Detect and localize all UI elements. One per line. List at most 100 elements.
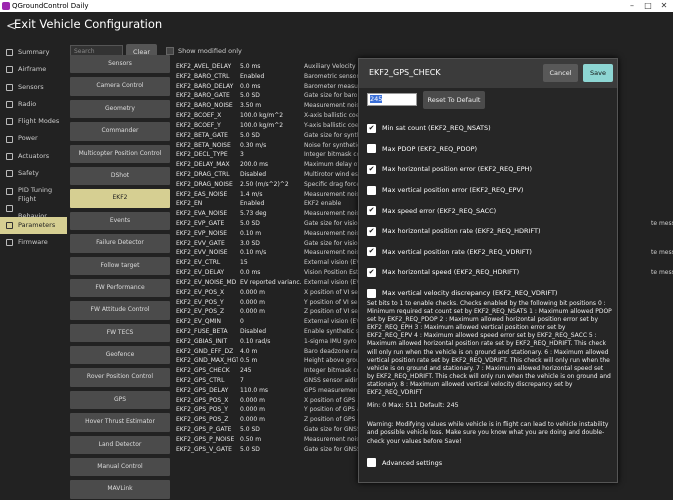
checkbox-checked-icon[interactable]: ✔	[367, 164, 376, 174]
param-group-button[interactable]: Geofence	[70, 346, 170, 365]
nav-item-radio[interactable]: Radio	[0, 96, 67, 113]
save-button[interactable]: Save	[583, 64, 613, 82]
summary-icon	[6, 49, 13, 57]
param-name: EKF2_GPS_CHECK	[176, 367, 230, 375]
param-group-button[interactable]: FW Attitude Control	[70, 301, 170, 320]
checkbox-unchecked-icon[interactable]	[367, 144, 376, 154]
param-name: EKF2_GND_EFF_DZ	[176, 347, 234, 355]
show-modified-checkbox[interactable]	[166, 47, 174, 55]
param-name: EKF2_EV_DELAY	[176, 269, 225, 277]
bitmask-check-label: Max vertical position rate (EKF2_REQ_VDR…	[382, 247, 532, 256]
bitmask-check-item[interactable]: Max PDOP (EKF2_REQ_PDOP)	[367, 139, 612, 160]
checkbox-checked-icon[interactable]: ✔	[367, 267, 376, 277]
param-value: 3.0 SD	[240, 239, 260, 247]
pid-tuning-icon	[6, 187, 13, 195]
checkbox-checked-icon[interactable]: ✔	[367, 226, 376, 236]
param-desc-overflow: te message	[651, 269, 673, 277]
param-value: 2.50 (m/s^2)^2	[240, 180, 289, 188]
param-name: EKF2_EV_POS_Z	[176, 308, 225, 316]
param-value: 0.50 m	[240, 435, 262, 443]
bitmask-check-item[interactable]: Max vertical position error (EKF2_REQ_EP…	[367, 180, 612, 201]
nav-item-power[interactable]: Power	[0, 130, 67, 147]
bitmask-check-item[interactable]: ✔ Max horizontal position rate (EKF2_REQ_…	[367, 221, 612, 242]
bitmask-check-item[interactable]: ✔ Min sat count (EKF2_REQ_NSATS)	[367, 118, 612, 139]
nav-item-actuators[interactable]: Actuators	[0, 148, 67, 165]
param-name: EKF2_DELAY_MAX	[176, 161, 230, 169]
param-group-button[interactable]: Follow target	[70, 256, 170, 275]
param-value: 5.0 SD	[240, 445, 260, 453]
power-icon	[6, 135, 13, 143]
param-group-button[interactable]: Sensors	[70, 55, 170, 74]
nav-item-firmware[interactable]: Firmware	[0, 234, 67, 251]
minimize-button[interactable]: –	[625, 0, 639, 12]
dialog-header: EKF2_GPS_CHECK Cancel Save	[359, 59, 617, 88]
param-group-button[interactable]: Manual Control	[70, 458, 170, 477]
param-group-button[interactable]: EKF2	[70, 189, 170, 208]
checkbox-checked-icon[interactable]: ✔	[367, 206, 376, 216]
bitmask-check-item[interactable]: ✔ Max horizontal speed (EKF2_REQ_HDRIFT)	[367, 262, 612, 283]
checkbox-unchecked-icon[interactable]	[367, 185, 376, 195]
nav-item-label: Actuators	[18, 151, 50, 160]
param-value: 0.000 m	[240, 288, 265, 296]
flight-behavior-icon	[6, 204, 13, 212]
param-group-button[interactable]: Rover Position Control	[70, 368, 170, 387]
checkbox-checked-icon[interactable]: ✔	[367, 123, 376, 133]
param-name: EKF2_GBIAS_INIT	[176, 337, 228, 345]
nav-item-sensors[interactable]: Sensors	[0, 79, 67, 96]
nav-item-safety[interactable]: Safety	[0, 165, 67, 182]
param-group-button[interactable]: FW TECS	[70, 323, 170, 343]
advanced-settings-checkbox[interactable]	[367, 458, 376, 467]
maximize-button[interactable]: □	[641, 0, 655, 12]
nav-item-parameters[interactable]: Parameters	[0, 216, 67, 235]
param-group-button[interactable]: Camera Control	[70, 77, 170, 96]
param-group-button[interactable]: Geometry	[70, 99, 170, 119]
param-name: EKF2_BETA_NOISE	[176, 141, 231, 149]
param-group-button[interactable]: Commander	[70, 122, 170, 141]
nav-item-summary[interactable]: Summary	[0, 44, 67, 61]
show-modified-toggle[interactable]: Show modified only	[166, 47, 242, 55]
bitmask-check-item[interactable]: ✔ Max vertical position rate (EKF2_REQ_VD…	[367, 242, 612, 263]
nav-item-label: Radio	[18, 99, 37, 108]
cancel-button[interactable]: Cancel	[543, 64, 578, 82]
nav-item-label: Airframe	[18, 65, 47, 74]
param-group-button[interactable]: Hover Thrust Estimator	[70, 413, 170, 432]
param-value: 0.000 m	[240, 406, 265, 414]
checkbox-checked-icon[interactable]: ✔	[367, 247, 376, 257]
exit-vehicle-config-link[interactable]: Exit Vehicle Configuration	[14, 17, 162, 31]
param-value: 200.0 ms	[240, 161, 269, 169]
firmware-icon	[6, 239, 13, 247]
param-value: 0.0 ms	[240, 82, 261, 90]
param-value: 4.0 m	[240, 347, 258, 355]
param-value: 0.10 rad/s	[240, 337, 271, 345]
bitmask-check-item[interactable]: ✔ Max horizontal position error (EKF2_REQ…	[367, 159, 612, 180]
nav-item-airframe[interactable]: Airframe	[0, 61, 67, 78]
param-name: EKF2_BARO_NOISE	[176, 102, 233, 110]
param-value: Enabled	[240, 200, 265, 208]
param-name: EKF2_EV_CTRL	[176, 259, 221, 267]
reset-default-button[interactable]: Reset To Default	[423, 91, 485, 109]
param-group-button[interactable]: Events	[70, 211, 170, 231]
value-input[interactable]: 245	[367, 93, 417, 106]
nav-item-label: Firmware	[18, 238, 48, 247]
param-group-button[interactable]: Failure Detector	[70, 234, 170, 253]
parameters-icon	[6, 222, 13, 230]
param-value: 7	[240, 377, 244, 384]
nav-item-flight-modes[interactable]: Flight Modes	[0, 113, 67, 130]
nav-item-flight-behavior[interactable]: Flight Behavior	[0, 195, 67, 220]
param-group-button[interactable]: DShot	[70, 166, 170, 186]
param-value: 0	[240, 318, 244, 326]
param-name: EKF2_GPS_P_GATE	[176, 426, 232, 434]
checkbox-unchecked-icon[interactable]	[367, 288, 376, 298]
param-group-button[interactable]: Land Detector	[70, 435, 170, 455]
param-name: EKF2_GPS_P_NOISE	[176, 435, 235, 443]
param-group-button[interactable]: Multicopter Position Control	[70, 144, 170, 163]
close-window-button[interactable]: ✕	[657, 0, 671, 12]
advanced-settings-toggle[interactable]: Advanced settings	[367, 458, 442, 467]
param-group-button[interactable]: GPS	[70, 390, 170, 410]
param-value: 0.000 m	[240, 396, 265, 404]
param-value: 0.000 m	[240, 308, 265, 316]
param-name: EKF2_GPS_V_GATE	[176, 445, 232, 453]
bitmask-check-item[interactable]: ✔ Max speed error (EKF2_REQ_SACC)	[367, 200, 612, 221]
param-group-button[interactable]: MAVLink	[70, 480, 170, 499]
param-group-button[interactable]: FW Performance	[70, 278, 170, 298]
